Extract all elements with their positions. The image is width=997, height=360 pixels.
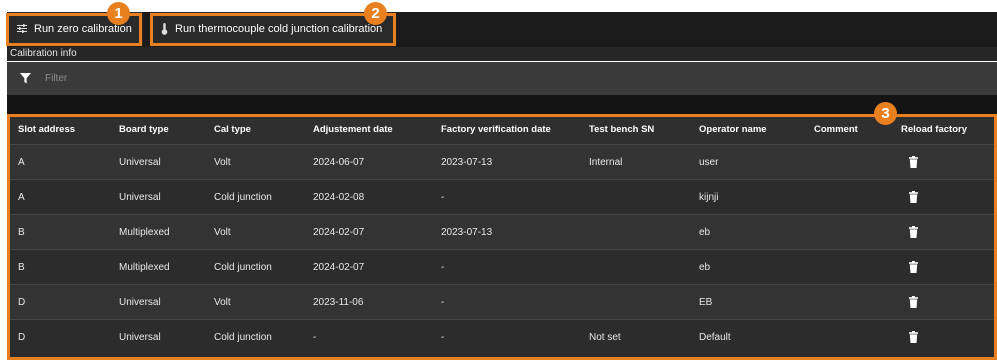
cell-operator-name: eb bbox=[699, 226, 711, 238]
table-header: Slot address Board type Cal type Adjuste… bbox=[7, 115, 997, 144]
cell-adjustement-date: 2024-02-07 bbox=[313, 261, 365, 273]
cell-factory-verification-date: - bbox=[441, 296, 445, 308]
cell-slot-address: A bbox=[18, 191, 25, 203]
cell-cal-type: Volt bbox=[214, 226, 231, 238]
column-header-operator-name[interactable]: Operator name bbox=[699, 115, 767, 144]
column-header-board-type[interactable]: Board type bbox=[119, 115, 169, 144]
cell-operator-name: Default bbox=[699, 331, 731, 343]
column-header-adjustement-date[interactable]: Adjustement date bbox=[313, 115, 393, 144]
table-row[interactable]: B Multiplexed Cold junction 2024-02-07 -… bbox=[7, 249, 997, 284]
cell-adjustement-date: 2024-06-07 bbox=[313, 156, 365, 168]
cell-factory-verification-date: - bbox=[441, 191, 445, 203]
cell-adjustement-date: - bbox=[313, 331, 317, 343]
column-header-slot-address[interactable]: Slot address bbox=[18, 115, 75, 144]
cell-slot-address: B bbox=[18, 226, 25, 238]
callout-badge-3: 3 bbox=[874, 102, 897, 125]
table-row[interactable]: A Universal Cold junction 2024-02-08 - k… bbox=[7, 179, 997, 214]
run-thermocouple-calibration-button[interactable]: Run thermocouple cold junction calibrati… bbox=[151, 12, 395, 45]
divider bbox=[7, 95, 997, 115]
tune-icon bbox=[17, 24, 27, 33]
cell-cal-type: Volt bbox=[214, 156, 231, 168]
cell-operator-name: user bbox=[699, 156, 719, 168]
cell-adjustement-date: 2024-02-08 bbox=[313, 191, 365, 203]
cell-factory-verification-date: - bbox=[441, 331, 445, 343]
filter-bar[interactable]: Filter bbox=[7, 62, 997, 95]
table-row[interactable]: D Universal Volt 2023-11-06 - EB bbox=[7, 284, 997, 319]
cell-slot-address: D bbox=[18, 296, 26, 308]
thermometer-icon bbox=[161, 22, 168, 35]
column-header-comment[interactable]: Comment bbox=[814, 115, 858, 144]
cell-board-type: Universal bbox=[119, 296, 161, 308]
trash-icon[interactable] bbox=[909, 180, 918, 214]
cell-board-type: Universal bbox=[119, 191, 161, 203]
cell-cal-type: Cold junction bbox=[214, 331, 272, 343]
filter-icon[interactable] bbox=[20, 73, 31, 84]
cell-test-bench-sn: Internal bbox=[589, 156, 623, 168]
toolbar: Run zero calibration Run thermocouple co… bbox=[7, 12, 997, 47]
column-header-reload-factory[interactable]: Reload factory bbox=[901, 115, 967, 144]
cell-slot-address: B bbox=[18, 261, 25, 273]
section-title: Calibration info bbox=[7, 47, 997, 61]
column-header-test-bench-sn[interactable]: Test bench SN bbox=[589, 115, 654, 144]
trash-icon[interactable] bbox=[909, 285, 918, 319]
trash-icon[interactable] bbox=[909, 250, 918, 284]
cell-factory-verification-date: 2023-07-13 bbox=[441, 226, 493, 238]
cell-factory-verification-date: 2023-07-13 bbox=[441, 156, 493, 168]
cell-test-bench-sn: Not set bbox=[589, 331, 621, 343]
callout-badge-1: 1 bbox=[107, 2, 130, 25]
run-thermocouple-calibration-label: Run thermocouple cold junction calibrati… bbox=[175, 22, 383, 35]
cell-adjustement-date: 2023-11-06 bbox=[313, 296, 364, 308]
cell-cal-type: Cold junction bbox=[214, 191, 272, 203]
table-row[interactable]: B Multiplexed Volt 2024-02-07 2023-07-13… bbox=[7, 214, 997, 249]
cell-slot-address: A bbox=[18, 156, 25, 168]
filter-input[interactable]: Filter bbox=[45, 73, 67, 84]
cell-cal-type: Volt bbox=[214, 296, 231, 308]
table-row[interactable]: A Universal Volt 2024-06-07 2023-07-13 I… bbox=[7, 144, 997, 179]
cell-slot-address: D bbox=[18, 331, 26, 343]
cell-board-type: Multiplexed bbox=[119, 261, 170, 273]
cell-operator-name: eb bbox=[699, 261, 711, 273]
cell-operator-name: EB bbox=[699, 296, 713, 308]
cell-board-type: Universal bbox=[119, 156, 161, 168]
trash-icon[interactable] bbox=[909, 320, 918, 354]
table-row[interactable]: D Universal Cold junction - - Not set De… bbox=[7, 319, 997, 354]
column-header-cal-type[interactable]: Cal type bbox=[214, 115, 251, 144]
cell-board-type: Universal bbox=[119, 331, 161, 343]
calibration-table: Slot address Board type Cal type Adjuste… bbox=[7, 115, 997, 360]
trash-icon[interactable] bbox=[909, 215, 918, 249]
trash-icon[interactable] bbox=[909, 145, 918, 179]
callout-badge-2: 2 bbox=[364, 2, 387, 25]
cell-adjustement-date: 2024-02-07 bbox=[313, 226, 365, 238]
cell-board-type: Multiplexed bbox=[119, 226, 170, 238]
cell-factory-verification-date: - bbox=[441, 261, 445, 273]
cell-operator-name: kijnji bbox=[699, 191, 719, 203]
cell-cal-type: Cold junction bbox=[214, 261, 272, 273]
column-header-factory-verification-date[interactable]: Factory verification date bbox=[441, 115, 551, 144]
